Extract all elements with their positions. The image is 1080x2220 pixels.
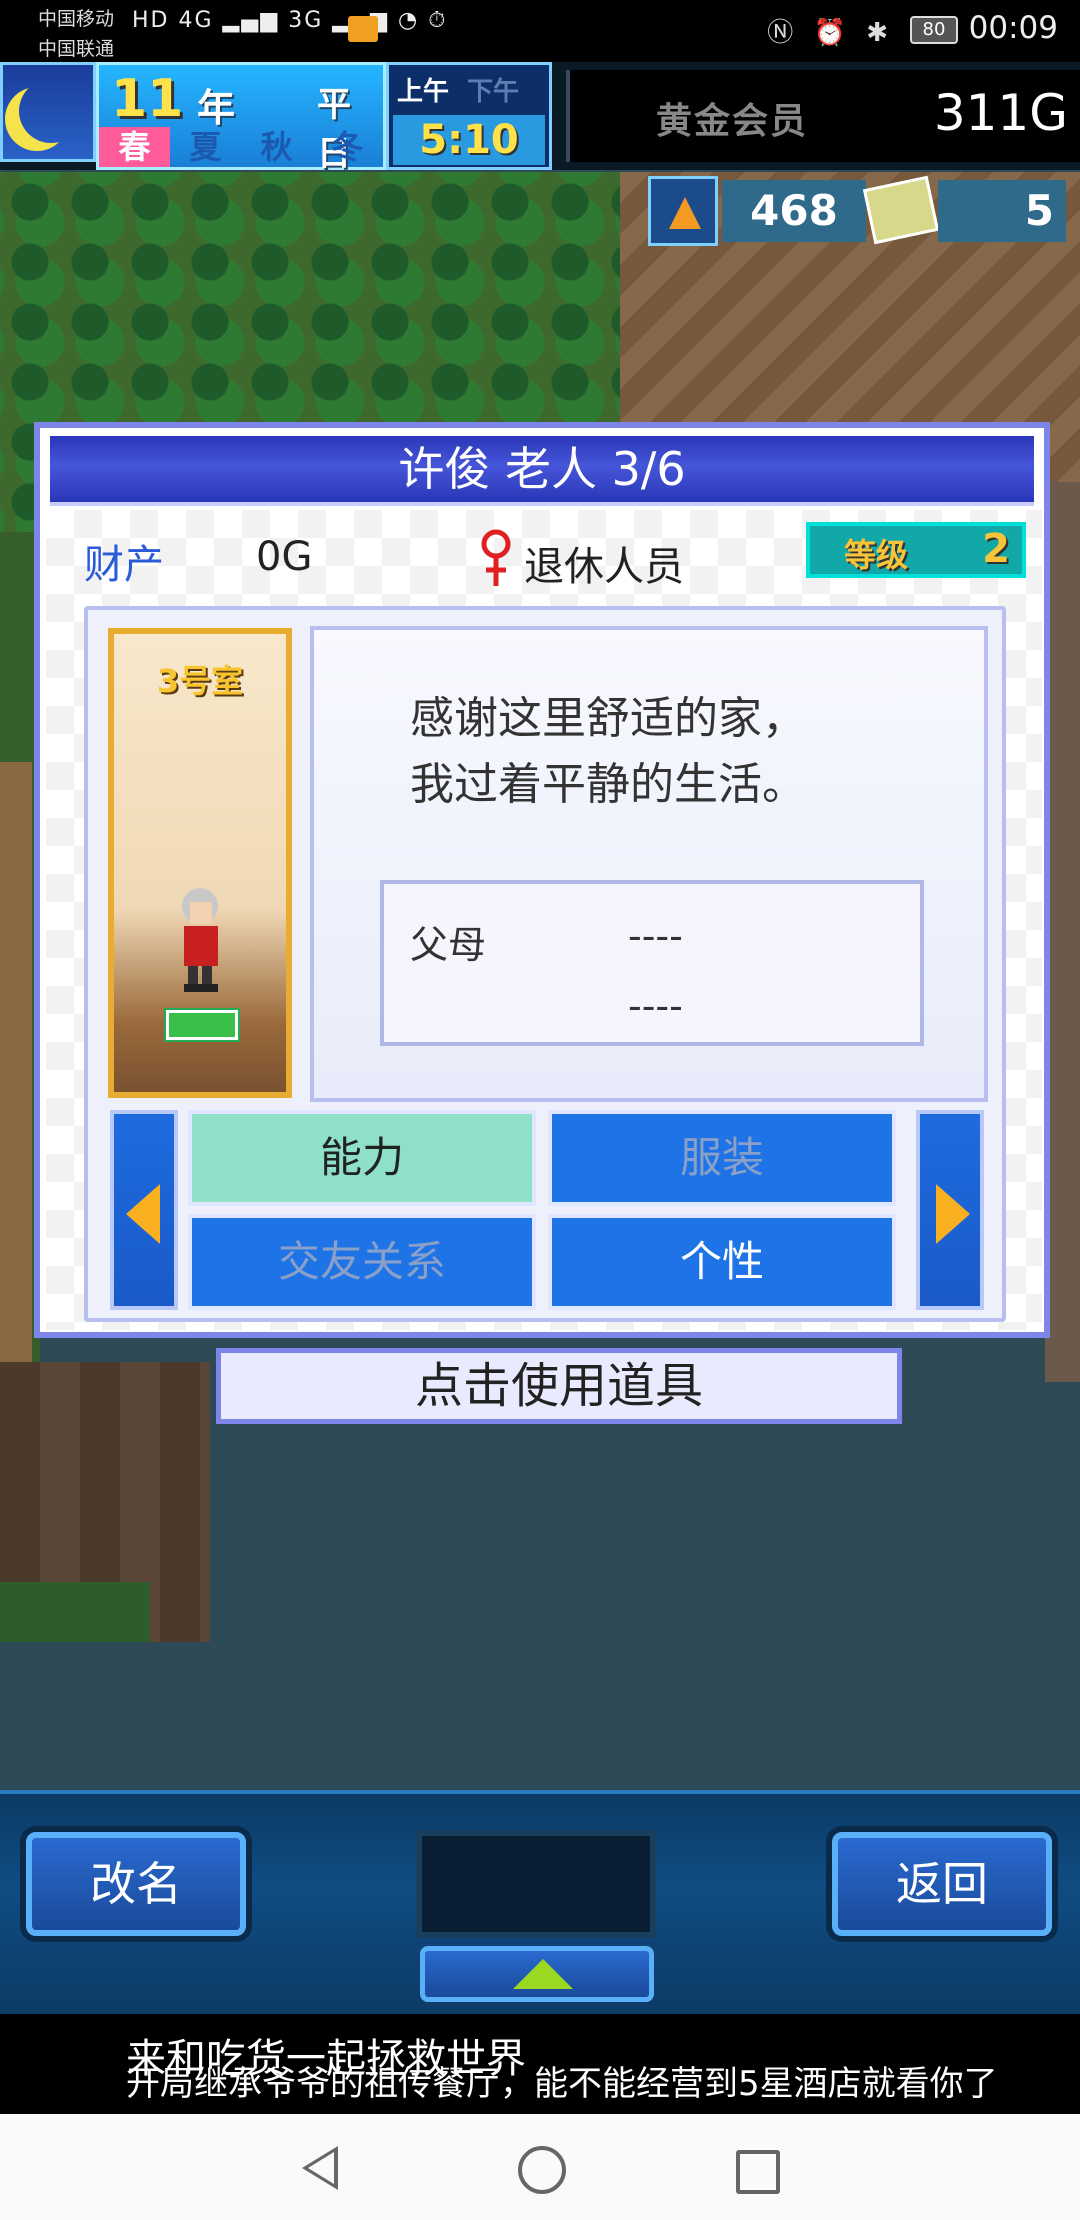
grass-tiles (0, 1582, 150, 1642)
season-spring: 春 (99, 127, 170, 167)
game-time: 5:10 (393, 115, 545, 165)
message-line-1: 感谢这里舒适的家， (410, 693, 806, 744)
family-value-1: ---- (628, 914, 683, 958)
property-label: 财产 (84, 542, 164, 588)
bottom-bar: 改名 返回 (0, 1790, 1080, 2020)
center-slot (416, 1830, 656, 1938)
family-value-2: ---- (628, 984, 683, 1028)
am-label: 上午 (397, 77, 450, 107)
job-label: 退休人员 (524, 544, 684, 590)
money-panel: 黄金会员 311G (566, 70, 1080, 162)
ticket-icon (862, 175, 940, 245)
arrow-right-icon (936, 1184, 970, 1244)
carrier-label-1: 中国移动 (38, 8, 115, 30)
year-label: 年 (197, 86, 236, 130)
level-value: 2 (982, 526, 1010, 572)
family-box: 父母 ---- ---- (380, 880, 924, 1046)
battery-icon: 80 (910, 16, 958, 44)
tab-friends[interactable]: 交友关系 (188, 1214, 536, 1310)
arrow-left-icon (126, 1184, 160, 1244)
tab-clothes[interactable]: 服装 (548, 1110, 896, 1206)
resident-sprite (182, 888, 218, 992)
season-summer: 夏 (189, 128, 222, 166)
ad-banner[interactable]: 来和吃货一起拯救世界 开局继承爷爷的祖传餐厅，能不能经营到5星酒店就看你了 (0, 2014, 1080, 2114)
room-card: 3号室 (108, 628, 292, 1098)
resident-message: 感谢这里舒适的家， 我过着平静的生活。 (410, 686, 806, 818)
property-value: 0G (256, 534, 313, 580)
family-label: 父母 (410, 923, 487, 967)
level-badge: 等级 2 (806, 522, 1026, 578)
back-button[interactable]: 返回 (832, 1832, 1052, 1936)
gold-amount: 311G (933, 84, 1068, 142)
message-line-2: 我过着平静的生活。 (410, 759, 806, 810)
night-moon-icon (0, 62, 96, 162)
member-label: 黄金会员 (656, 101, 809, 142)
room-number: 3号室 (156, 662, 244, 700)
building-wall (1045, 482, 1080, 1382)
season-winter: 冬 (331, 128, 364, 166)
season-strip: 春 夏 秋 冬 (99, 127, 383, 167)
research-points: 468 (722, 180, 866, 242)
level-label: 等级 (844, 536, 909, 574)
use-item-button[interactable]: 点击使用道具 (216, 1348, 902, 1424)
tab-ability[interactable]: 能力 (188, 1110, 536, 1206)
next-resident-button[interactable] (916, 1110, 984, 1310)
ticket-count: 5 (938, 180, 1066, 242)
arrow-up-icon (513, 1959, 573, 1989)
rename-button[interactable]: 改名 (26, 1832, 246, 1936)
female-symbol-icon (481, 529, 511, 586)
season-autumn: 秋 (260, 128, 293, 166)
year-number: 11 (111, 69, 184, 129)
nav-home-icon[interactable] (518, 2146, 566, 2194)
nav-back-icon[interactable] (302, 2146, 338, 2190)
dialog-titlebar: 许俊 老人 3/6 (50, 436, 1034, 506)
expand-up-button[interactable] (420, 1946, 654, 2002)
status-icons: Ⓝ ⏰ ✱ (767, 18, 894, 48)
dialog-title: 许俊 老人 3/6 (398, 442, 686, 496)
clock: 00:09 (968, 10, 1058, 46)
resources-bar: 468 5 (648, 175, 1068, 246)
top-hud: 11 年 平日 春 夏 秋 冬 上午 下午 5:10 黄金会员 311G (0, 62, 1080, 174)
resident-dialog: 许俊 老人 3/6 财产 0G 退休人员 等级 2 3号室 感谢这里舒适的家， … (34, 422, 1050, 1338)
ad-subline: 开局继承爷爷的祖传餐厅，能不能经营到5星酒店就看你了 (126, 2064, 998, 2104)
signal-icon: HD 4G ▂▄▆ 3G ▂▄▆ ◔ ⏱ (132, 8, 448, 33)
carrier-label-2: 中国联通 (38, 38, 115, 60)
tab-personality[interactable]: 个性 (548, 1214, 896, 1310)
calendar-panel: 11 年 平日 春 夏 秋 冬 (96, 62, 386, 174)
pm-label: 下午 (467, 77, 520, 107)
prev-resident-button[interactable] (110, 1110, 178, 1310)
nav-recent-icon[interactable] (736, 2150, 780, 2194)
system-nav-bar (0, 2114, 1080, 2220)
status-bar: 中国移动 中国联通 HD 4G ▂▄▆ 3G ▂▄▆ ◔ ⏱ Ⓝ ⏰ ✱ 80 … (0, 0, 1080, 62)
flask-icon (648, 176, 718, 246)
stamina-battery-icon (166, 1010, 238, 1040)
mail-icon (348, 16, 378, 42)
time-panel: 上午 下午 5:10 (386, 62, 552, 170)
